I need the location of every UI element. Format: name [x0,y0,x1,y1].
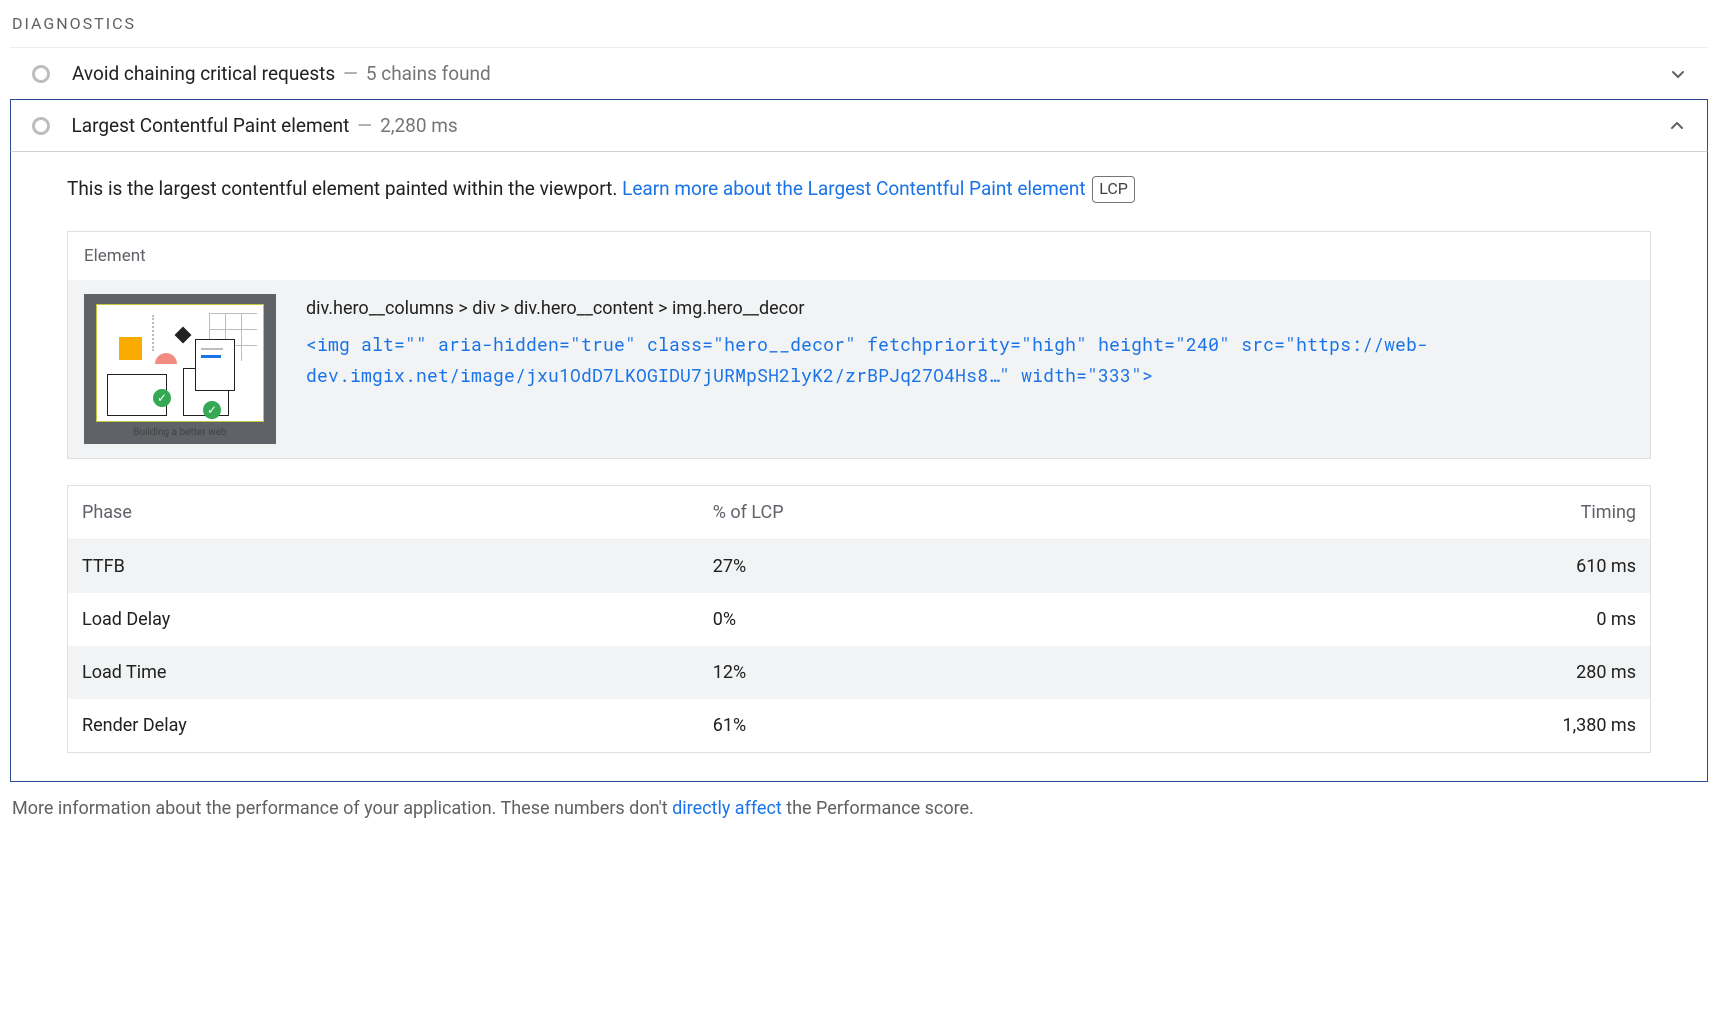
cell-pct: 27% [699,540,1167,594]
footer-prefix: More information about the performance o… [12,798,672,819]
col-timing: Timing [1167,486,1650,540]
audit-row-chain[interactable]: Avoid chaining critical requests — 5 cha… [10,47,1708,99]
cell-timing: 0 ms [1167,593,1650,646]
cell-phase: Load Delay [68,593,699,646]
col-pct: % of LCP [699,486,1167,540]
table-row: Load Time 12% 280 ms [68,646,1651,699]
audit-subtitle: 5 chains found [366,62,491,85]
lcp-phase-table: Phase % of LCP Timing TTFB 27% 610 ms Lo… [67,485,1651,753]
footer-suffix: the Performance score. [782,798,974,819]
lcp-badge: LCP [1092,176,1135,203]
directly-affect-link[interactable]: directly affect [672,798,782,819]
chevron-down-icon[interactable] [1668,64,1688,84]
section-title: DIAGNOSTICS [10,10,1708,47]
col-phase: Phase [68,486,699,540]
dash-separator: — [357,114,372,137]
thumbnail-image-icon: ✓ ✓ [96,304,264,422]
status-neutral-icon [32,65,50,83]
cell-phase: TTFB [68,540,699,594]
lcp-desc-text: This is the largest contentful element p… [67,177,622,200]
element-node-text: div.hero__columns > div > div.hero__cont… [306,294,1634,390]
audit-subtitle: 2,280 ms [380,114,458,137]
table-row: TTFB 27% 610 ms [68,540,1651,594]
cell-timing: 610 ms [1167,540,1650,594]
audit-row-lcp[interactable]: Largest Contentful Paint element — 2,280… [10,99,1708,152]
diagnostics-footer-note: More information about the performance o… [10,798,1708,819]
status-neutral-icon [32,117,50,135]
audit-title: Largest Contentful Paint element [72,114,350,137]
thumbnail-caption: Building a better web [133,427,226,438]
lcp-element-card: Element ✓ ✓ Building a b [67,231,1651,459]
table-header-row: Phase % of LCP Timing [68,486,1651,540]
cell-pct: 12% [699,646,1167,699]
element-thumbnail[interactable]: ✓ ✓ Building a better web [84,294,276,444]
cell-timing: 1,380 ms [1167,699,1650,753]
table-row: Load Delay 0% 0 ms [68,593,1651,646]
lcp-description: This is the largest contentful element p… [67,174,1651,203]
element-card-header: Element [68,232,1650,280]
table-row: Render Delay 61% 1,380 ms [68,699,1651,753]
cell-pct: 61% [699,699,1167,753]
audit-lcp-body: This is the largest contentful element p… [10,152,1708,782]
dash-separator: — [343,62,358,85]
element-selector[interactable]: div.hero__columns > div > div.hero__cont… [306,294,1634,325]
element-html-snippet[interactable]: <img alt="" aria-hidden="true" class="he… [306,329,1634,390]
chevron-up-icon[interactable] [1667,116,1687,136]
cell-phase: Load Time [68,646,699,699]
learn-more-link[interactable]: Learn more about the Largest Contentful … [622,177,1085,200]
audit-title: Avoid chaining critical requests [72,62,335,85]
diagnostics-section: DIAGNOSTICS Avoid chaining critical requ… [0,0,1718,839]
cell-phase: Render Delay [68,699,699,753]
cell-pct: 0% [699,593,1167,646]
cell-timing: 280 ms [1167,646,1650,699]
